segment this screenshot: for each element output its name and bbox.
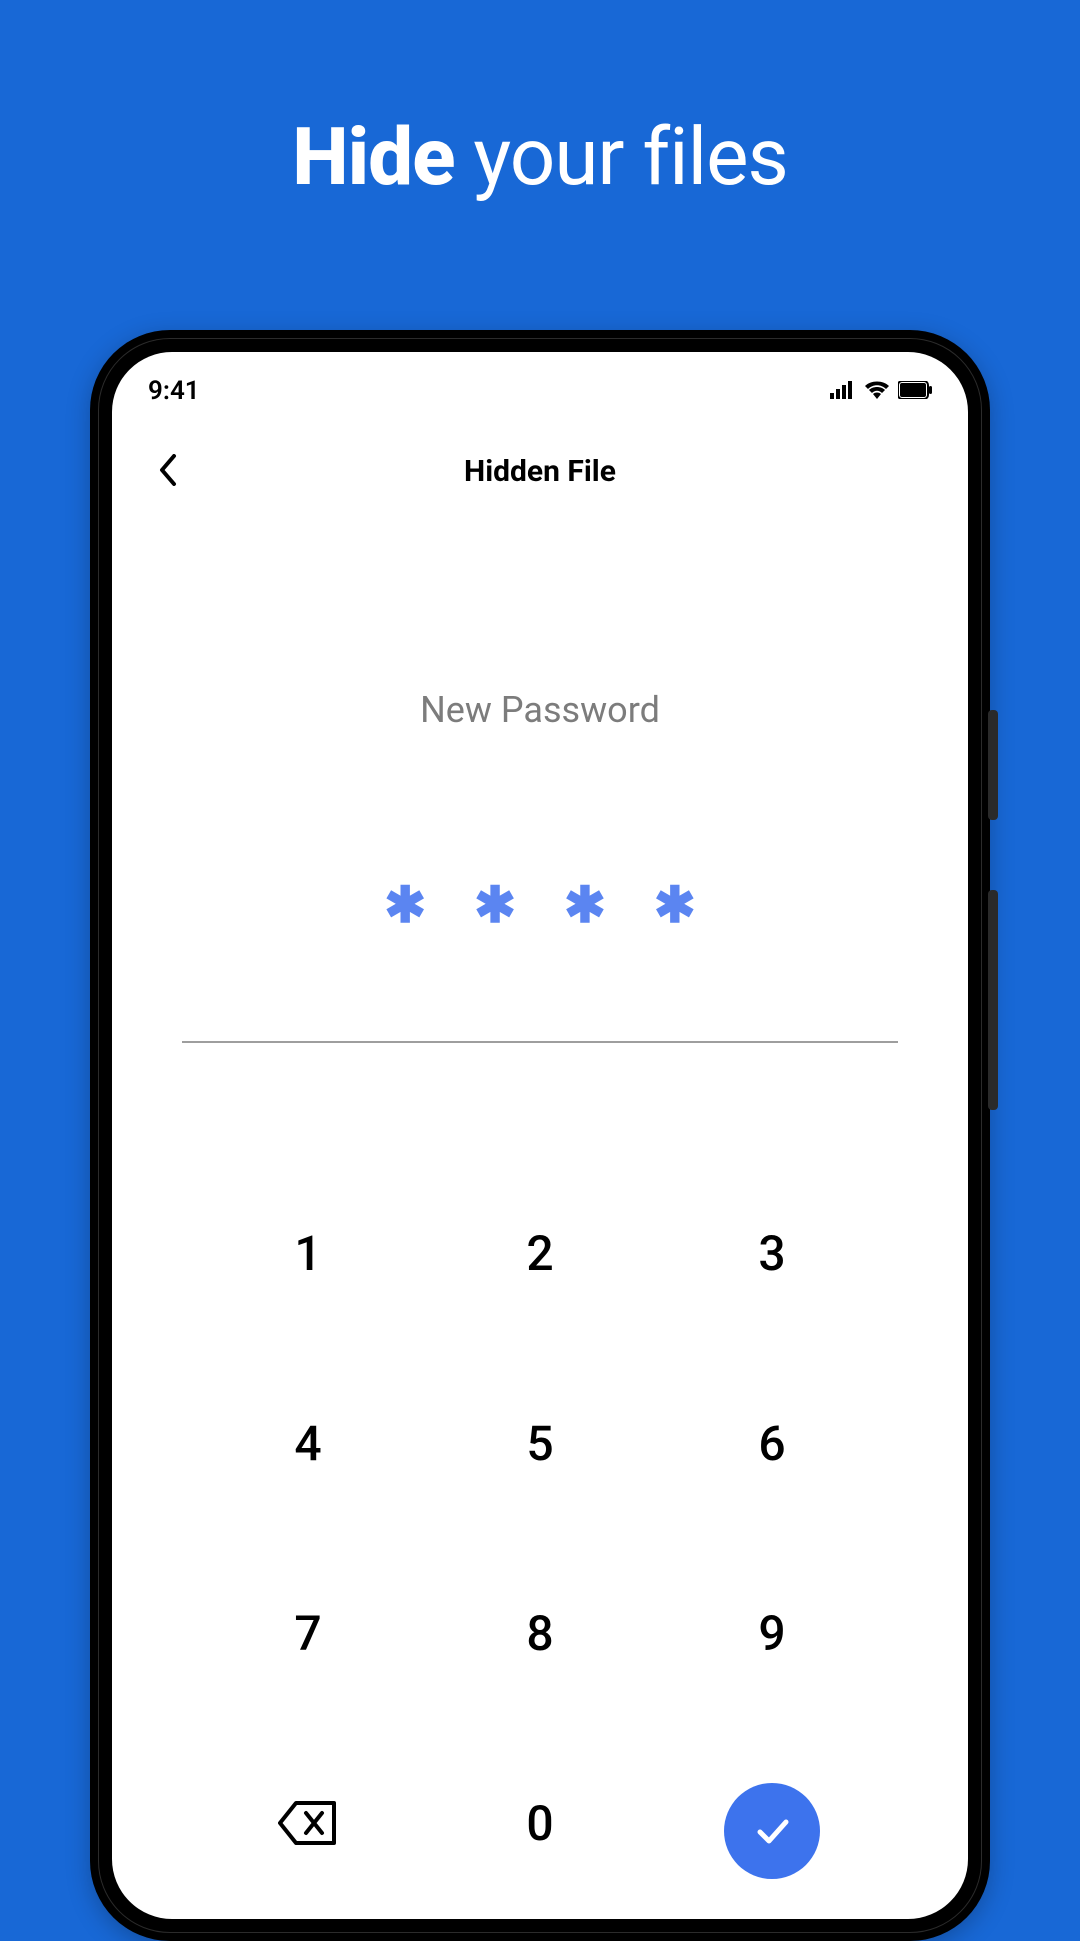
- headline-bold: Hide: [292, 110, 454, 204]
- pin-mask-char: ✱: [654, 881, 696, 931]
- back-button[interactable]: [148, 450, 188, 490]
- keypad-8[interactable]: 8: [490, 1593, 590, 1673]
- pin-mask-char: ✱: [564, 881, 606, 931]
- status-icons: [830, 376, 932, 406]
- phone-side-button: [988, 890, 998, 1110]
- keypad: 1 2 3 4 5 6 7 8 9 0: [192, 1213, 888, 1879]
- keypad-confirm[interactable]: [724, 1783, 820, 1879]
- phone-side-button: [988, 710, 998, 820]
- battery-icon: [898, 376, 932, 406]
- keypad-backspace[interactable]: [258, 1783, 358, 1863]
- keypad-9[interactable]: 9: [722, 1593, 822, 1673]
- keypad-0[interactable]: 0: [490, 1783, 590, 1863]
- phone-frame: 9:41 Hidden File: [90, 330, 990, 1941]
- pin-mask-char: ✱: [474, 881, 516, 931]
- keypad-6[interactable]: 6: [722, 1403, 822, 1483]
- password-prompt: New Password: [112, 689, 968, 731]
- check-icon: [750, 1809, 794, 1853]
- keypad-5[interactable]: 5: [490, 1403, 590, 1483]
- promo-headline: Hide your files: [0, 0, 1080, 204]
- password-field: ✱ ✱ ✱ ✱: [112, 881, 968, 931]
- keypad-1[interactable]: 1: [258, 1213, 358, 1293]
- wifi-icon: [864, 376, 890, 406]
- keypad-3[interactable]: 3: [722, 1213, 822, 1293]
- keypad-7[interactable]: 7: [258, 1593, 358, 1673]
- divider: [182, 1041, 898, 1043]
- status-bar: 9:41: [112, 352, 968, 414]
- chevron-left-icon: [158, 454, 178, 486]
- nav-bar: Hidden File: [112, 414, 968, 489]
- cellular-icon: [830, 376, 856, 406]
- status-time: 9:41: [148, 376, 200, 406]
- keypad-2[interactable]: 2: [490, 1213, 590, 1293]
- keypad-4[interactable]: 4: [258, 1403, 358, 1483]
- phone-screen: 9:41 Hidden File: [112, 352, 968, 1919]
- headline-light: your files: [455, 110, 788, 204]
- backspace-icon: [278, 1801, 338, 1845]
- pin-mask-char: ✱: [384, 881, 426, 931]
- page-title: Hidden File: [464, 454, 616, 489]
